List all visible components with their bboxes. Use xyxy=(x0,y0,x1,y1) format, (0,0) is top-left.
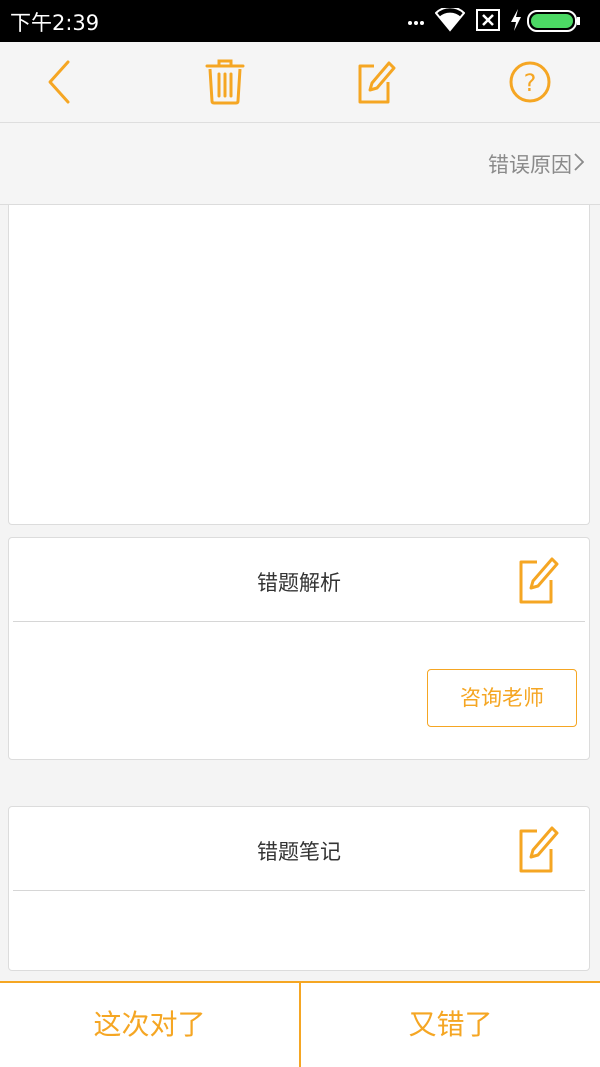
svg-text:?: ? xyxy=(524,69,537,97)
sim-x-icon xyxy=(476,9,500,31)
correct-this-time-button[interactable]: 这次对了 xyxy=(0,983,299,1067)
divider xyxy=(13,890,585,891)
help-button[interactable]: ? xyxy=(502,56,558,108)
question-card xyxy=(8,205,590,525)
notes-title: 错题笔记 xyxy=(257,840,341,864)
delete-button[interactable] xyxy=(197,56,253,108)
edit-button[interactable] xyxy=(346,56,402,108)
edit-icon xyxy=(358,61,396,104)
back-icon xyxy=(48,60,70,104)
notes-card: 错题笔记 xyxy=(8,806,590,971)
charging-icon xyxy=(511,9,521,31)
wrong-again-button[interactable]: 又错了 xyxy=(301,983,600,1067)
battery-icon xyxy=(527,10,580,32)
chevron-right-icon xyxy=(574,153,584,171)
notes-header: 错题笔记 xyxy=(9,807,589,890)
consult-teacher-button[interactable]: 咨询老师 xyxy=(427,669,577,727)
signal-dots-icon xyxy=(408,21,424,25)
back-button[interactable] xyxy=(32,56,88,108)
help-icon: ? xyxy=(509,61,551,103)
analysis-card: 错题解析 咨询老师 xyxy=(8,537,590,760)
edit-notes-icon[interactable] xyxy=(517,825,561,875)
toolbar: ? xyxy=(0,42,600,123)
error-reason-label[interactable]: 错误原因 xyxy=(488,149,572,179)
analysis-header: 错题解析 xyxy=(9,538,589,621)
edit-analysis-icon[interactable] xyxy=(517,556,561,606)
error-reason-row[interactable]: 错误原因 xyxy=(0,123,600,205)
trash-icon xyxy=(205,59,245,105)
bottom-action-bar: 这次对了 又错了 xyxy=(0,981,600,1067)
divider xyxy=(13,621,585,622)
wifi-icon xyxy=(435,8,465,32)
status-icons xyxy=(407,8,592,34)
status-time: 下午2:39 xyxy=(10,11,100,35)
analysis-title: 错题解析 xyxy=(257,571,341,595)
status-bar: 下午2:39 xyxy=(0,0,600,42)
